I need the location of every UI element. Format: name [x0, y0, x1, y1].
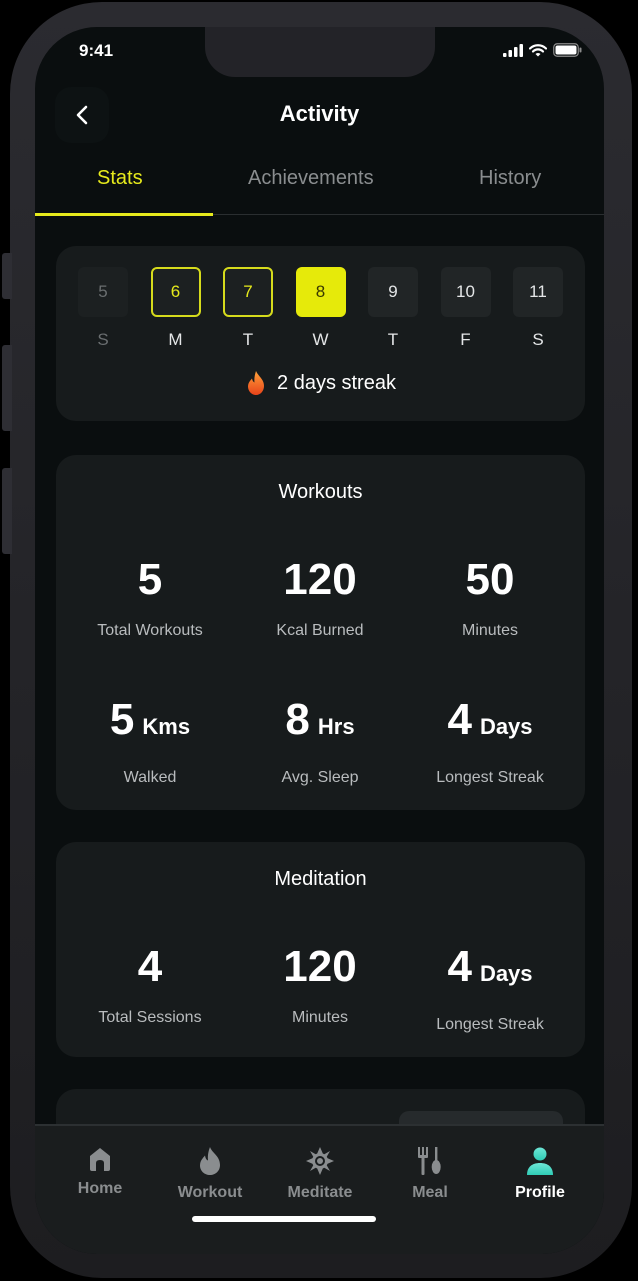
person-icon	[527, 1147, 553, 1175]
stat-value: 120	[283, 555, 357, 604]
nav-label: Profile	[515, 1184, 565, 1201]
day-item[interactable]: 5 S	[78, 267, 128, 350]
stat-label: Kcal Burned	[276, 622, 364, 639]
day-item[interactable]: 9 T	[368, 267, 418, 350]
active-tab-indicator	[35, 213, 213, 216]
page-title: Activity	[279, 101, 360, 126]
nav-label: Meal	[412, 1184, 448, 1201]
status-icons	[503, 43, 582, 57]
day-letter: F	[460, 330, 471, 349]
stat-longest-streak: 4 Days Longest Streak	[402, 695, 578, 787]
stat-value: 4	[447, 695, 472, 744]
stat-value: 4	[447, 942, 472, 991]
stat-walked: 5 Kms Walked	[62, 695, 238, 787]
stat-label: Longest Streak	[436, 769, 544, 786]
stat-value: 50	[465, 555, 515, 604]
day-date: 5	[78, 267, 128, 317]
mute-switch	[2, 253, 12, 299]
stat-value: 4	[137, 942, 163, 991]
week-calendar-card: 5 S 6 M 7 T 8 W 9 T 10 F 11 S 2 days str…	[56, 246, 585, 421]
day-date: 10	[440, 267, 491, 317]
streak-text: 2 days streak	[277, 371, 396, 394]
header: Activity	[35, 85, 604, 145]
nav-label: Home	[77, 1180, 123, 1197]
fire-icon	[248, 371, 265, 395]
home-icon	[90, 1148, 110, 1171]
nav-profile[interactable]: Profile	[485, 1146, 595, 1202]
week-days: 5 S 6 M 7 T 8 W 9 T 10 F 11 S	[78, 267, 563, 350]
nav-meditate[interactable]: Meditate	[265, 1146, 375, 1202]
day-letter: S	[532, 330, 544, 349]
bottom-nav: Home Workout Meditate Meal Profile	[35, 1124, 604, 1254]
tab-achievements[interactable]: Achievements	[248, 167, 374, 190]
nav-home[interactable]: Home	[45, 1146, 155, 1198]
day-date: 7	[223, 267, 273, 317]
volume-up-button	[2, 345, 12, 431]
stat-total-workouts: 5 Total Workouts	[62, 555, 238, 640]
day-letter: T	[387, 330, 399, 349]
stat-unit: Days	[479, 714, 533, 739]
day-item[interactable]: 6 M	[150, 267, 201, 350]
day-date: 9	[368, 267, 418, 317]
stat-label: Total Sessions	[98, 1009, 202, 1026]
day-letter: S	[97, 330, 109, 349]
tab-bar: Stats Achievements History	[35, 157, 604, 216]
lotus-icon	[306, 1147, 334, 1175]
stat-unit: Days	[479, 961, 533, 986]
day-date: 6	[150, 267, 201, 317]
wifi-icon	[529, 43, 547, 56]
workouts-title: Workouts	[278, 481, 363, 503]
stat-label: Walked	[123, 769, 177, 786]
day-item-today[interactable]: 8 W	[295, 267, 346, 350]
tab-history[interactable]: History	[479, 167, 541, 190]
day-date: 11	[513, 267, 563, 317]
nav-label: Workout	[177, 1184, 243, 1201]
stat-label: Avg. Sleep	[281, 769, 359, 786]
stat-label: Minutes	[461, 622, 519, 639]
stat-label: Longest Streak	[436, 1016, 544, 1033]
stat-value: 5	[137, 555, 163, 604]
stat-unit: Hrs	[317, 714, 355, 739]
status-time: 9:41	[79, 41, 114, 60]
workouts-card: Workouts 5 Total Workouts 120 Kcal Burne…	[56, 455, 585, 810]
day-item[interactable]: 11 S	[513, 267, 563, 350]
stat-avg-sleep: 8 Hrs Avg. Sleep	[232, 695, 408, 787]
streak-indicator: 2 days streak	[56, 370, 585, 396]
stat-value: 120	[283, 942, 357, 991]
nav-meal[interactable]: Meal	[375, 1146, 485, 1202]
meditation-card: Meditation 4 Total Sessions 120 Minutes …	[56, 842, 585, 1057]
stat-label: Total Workouts	[97, 622, 203, 639]
home-indicator[interactable]	[192, 1216, 376, 1222]
stat-unit: Kms	[142, 714, 191, 739]
stat-label: Minutes	[291, 1009, 349, 1026]
battery-icon	[553, 43, 582, 57]
stat-total-sessions: 4 Total Sessions	[62, 942, 238, 1027]
flame-icon	[200, 1147, 220, 1175]
stat-value: 8	[285, 695, 310, 744]
day-item[interactable]: 10 F	[440, 267, 491, 350]
signal-icon	[503, 43, 523, 57]
day-letter: T	[242, 330, 254, 349]
volume-down-button	[2, 468, 12, 554]
stat-minutes: 120 Minutes	[232, 942, 408, 1027]
nav-workout[interactable]: Workout	[155, 1146, 265, 1202]
day-date: 8	[295, 267, 346, 317]
stat-minutes: 50 Minutes	[402, 555, 578, 640]
day-item[interactable]: 7 T	[223, 267, 273, 350]
day-letter: W	[312, 330, 329, 349]
tab-stats[interactable]: Stats	[97, 167, 143, 190]
screen: 9:41 Activity Stats Achievements History…	[35, 27, 604, 1254]
meditation-title: Meditation	[274, 868, 367, 890]
nav-label: Meditate	[287, 1184, 353, 1201]
stat-value: 5	[109, 695, 135, 744]
fork-spoon-icon	[418, 1147, 441, 1175]
stat-kcal-burned: 120 Kcal Burned	[232, 555, 408, 640]
status-bar: 9:41	[35, 27, 604, 77]
day-letter: M	[168, 330, 183, 349]
stat-longest-streak: 4 Days Longest Streak	[402, 942, 578, 1034]
